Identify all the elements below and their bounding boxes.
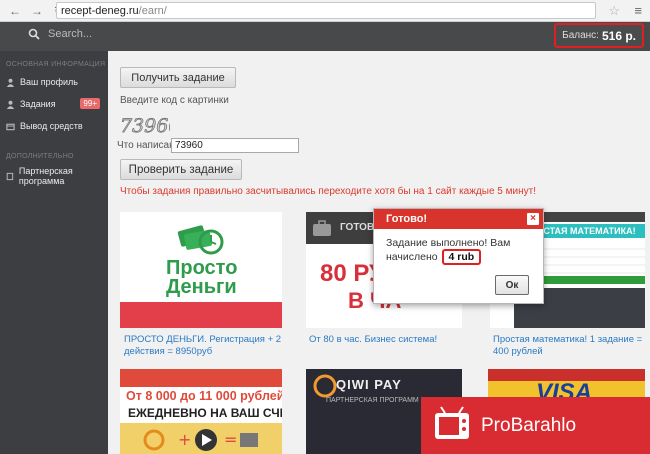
sidebar-section-main: ОСНОВНАЯ ИНФОРМАЦИЯ xyxy=(6,61,106,68)
document-icon xyxy=(6,172,14,180)
dialog-header: Готово! × xyxy=(374,209,543,229)
sidebar-section-extra: ДОПОЛНИТЕЛЬНО xyxy=(6,153,74,160)
sidebar-item-label: Партнерская программа xyxy=(18,166,73,186)
offer-caption-3[interactable]: Простая математика! 1 задание = 400 рубл… xyxy=(493,334,643,358)
card-line-1: От 8 000 до 11 000 рублей xyxy=(126,389,282,403)
check-task-button[interactable]: Проверить задание xyxy=(120,159,242,180)
search-placeholder: Search... xyxy=(48,28,93,40)
tasks-count-badge: 99+ xyxy=(80,98,100,109)
money-stack-icon xyxy=(177,225,224,255)
card-red-header xyxy=(120,369,282,387)
balance-label: Баланс: xyxy=(562,30,599,41)
card-title-line2: Деньги xyxy=(166,276,237,298)
search-box[interactable]: Search... xyxy=(28,28,92,40)
svg-text:=: = xyxy=(224,430,237,449)
url-host: recept-deneg.ru xyxy=(61,4,139,17)
qiwi-logo-icon xyxy=(313,374,337,398)
watermark-text: ProBarahlo xyxy=(481,414,577,436)
gears-play-icons: + = xyxy=(143,429,258,451)
card-subtitle: ПАРТНЕРСКАЯ ПРОГРАММ xyxy=(326,397,419,404)
probarahlo-watermark: ProBarahlo xyxy=(421,397,650,454)
offer-caption-1[interactable]: ПРОСТО ДЕНЬГИ. Регистрация + 2 действия … xyxy=(124,334,284,358)
sidebar: ОСНОВНАЯ ИНФОРМАЦИЯ Ваш профиль Задания … xyxy=(0,51,108,454)
offer-card-prosto-dengi[interactable]: Просто Деньги xyxy=(120,212,282,328)
user-icon xyxy=(6,78,15,87)
card-line-2: ЕЖЕДНЕВНО НА ВАШ СЧЕТ xyxy=(128,406,282,420)
browser-menu-icon[interactable]: ≡ xyxy=(634,3,642,18)
back-icon[interactable]: ← xyxy=(8,4,22,18)
warning-text: Чтобы задания правильно засчитывались пе… xyxy=(120,186,536,197)
captcha-text: 73960 xyxy=(120,115,170,137)
success-dialog: Готово! × Задание выполнено! Вам начисле… xyxy=(373,208,544,304)
offer-card-8000[interactable]: От 8 000 до 11 000 рублей ЕЖЕДНЕВНО НА В… xyxy=(120,369,282,454)
sidebar-item-label: Ваш профиль xyxy=(20,77,78,87)
forward-icon[interactable]: → xyxy=(30,4,44,18)
offer-caption-2[interactable]: От 80 в час. Бизнес система! xyxy=(309,334,459,346)
sidebar-item-label: Вывод средств xyxy=(20,121,83,131)
sidebar-item-tasks[interactable]: Задания 99+ xyxy=(0,93,108,115)
balance-badge: Баланс: 516 р. xyxy=(554,23,644,48)
captcha-image: 73960 xyxy=(118,113,170,137)
sidebar-item-label: Задания xyxy=(20,99,56,109)
svg-text:+: + xyxy=(178,430,191,449)
tv-logo-icon xyxy=(435,405,469,439)
sidebar-item-partner[interactable]: Партнерская программа xyxy=(0,165,108,187)
wallet-icon xyxy=(6,123,15,130)
card-title-line1: Просто xyxy=(166,257,238,279)
balance-value: 516 р. xyxy=(601,28,636,43)
get-task-button[interactable]: Получить задание xyxy=(120,67,236,88)
dialog-text-line2: начислено xyxy=(386,251,438,263)
ok-button[interactable]: Ок xyxy=(495,275,529,295)
close-icon[interactable]: × xyxy=(527,213,539,225)
card-brand: QIWI PAY xyxy=(336,377,402,392)
dialog-message: Задание выполнено! Вам начислено 4 rub xyxy=(386,237,536,265)
user-icon xyxy=(6,100,15,109)
browser-toolbar: ← → ↻ ⌂ recept-deneg.ru/earn/ ☆ ≡ xyxy=(0,0,650,22)
card-red-strip xyxy=(120,302,282,328)
address-bar[interactable]: recept-deneg.ru/earn/ xyxy=(56,2,596,19)
dialog-title: Готово! xyxy=(386,213,428,225)
briefcase-icon xyxy=(313,220,331,236)
captcha-prompt: Введите код с картинки xyxy=(120,95,229,106)
app-topbar: Search... Баланс: 516 р. xyxy=(0,22,650,51)
url-path: /earn/ xyxy=(138,4,167,17)
search-icon xyxy=(28,28,40,40)
sidebar-item-profile[interactable]: Ваш профиль xyxy=(0,71,108,93)
bookmark-star-icon[interactable]: ☆ xyxy=(608,3,620,19)
reward-amount: 4 rub xyxy=(441,249,482,265)
dialog-text-line1: Задание выполнено! Вам xyxy=(386,237,511,249)
captcha-answer-input[interactable]: 73960 xyxy=(171,138,299,153)
sidebar-item-withdraw[interactable]: Вывод средств xyxy=(0,115,108,137)
